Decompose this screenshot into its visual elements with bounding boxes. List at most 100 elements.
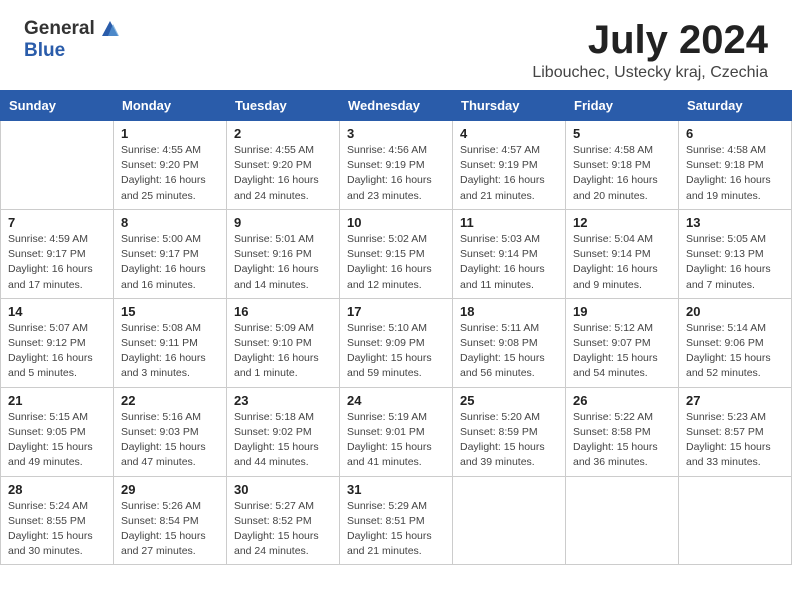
day-info: Sunrise: 5:01 AM Sunset: 9:16 PM Dayligh… xyxy=(234,232,332,293)
title-section: July 2024 Libouchec, Ustecky kraj, Czech… xyxy=(532,18,768,82)
day-number: 10 xyxy=(347,215,445,230)
calendar-week-row: 14 Sunrise: 5:07 AM Sunset: 9:12 PM Dayli… xyxy=(1,298,792,387)
day-number: 16 xyxy=(234,304,332,319)
day-number: 11 xyxy=(460,215,558,230)
day-info: Sunrise: 5:16 AM Sunset: 9:03 PM Dayligh… xyxy=(121,410,219,471)
calendar-day-cell: 19 Sunrise: 5:12 AM Sunset: 9:07 PM Dayli… xyxy=(566,298,679,387)
calendar-week-row: 21Sunrise: 5:15 AM Sunset: 9:05 PM Dayli… xyxy=(1,387,792,476)
day-info: Sunrise: 5:26 AM Sunset: 8:54 PM Dayligh… xyxy=(121,499,219,560)
day-info: Sunrise: 5:07 AM Sunset: 9:12 PM Dayligh… xyxy=(8,321,106,382)
calendar-day-cell: 22 Sunrise: 5:16 AM Sunset: 9:03 PM Dayli… xyxy=(114,387,227,476)
day-info: Sunrise: 5:03 AM Sunset: 9:14 PM Dayligh… xyxy=(460,232,558,293)
calendar-day-cell: 28 Sunrise: 5:24 AM Sunset: 8:55 PM Dayli… xyxy=(1,476,114,565)
calendar-day-cell: 26 Sunrise: 5:22 AM Sunset: 8:58 PM Dayli… xyxy=(566,387,679,476)
day-number: 15 xyxy=(121,304,219,319)
day-number: 1 xyxy=(121,126,219,141)
calendar-day-cell: 17Sunrise: 5:10 AM Sunset: 9:09 PM Dayli… xyxy=(340,298,453,387)
day-number: 6 xyxy=(686,126,784,141)
calendar-day-cell: 12 Sunrise: 5:04 AM Sunset: 9:14 PM Dayli… xyxy=(566,209,679,298)
calendar-day-cell: 7Sunrise: 4:59 AM Sunset: 9:17 PM Daylig… xyxy=(1,209,114,298)
calendar-day-header: Monday xyxy=(114,91,227,121)
day-number: 31 xyxy=(347,482,445,497)
calendar-day-cell: 24Sunrise: 5:19 AM Sunset: 9:01 PM Dayli… xyxy=(340,387,453,476)
calendar-day-cell: 16 Sunrise: 5:09 AM Sunset: 9:10 PM Dayli… xyxy=(227,298,340,387)
month-title: July 2024 xyxy=(532,18,768,62)
day-info: Sunrise: 5:18 AM Sunset: 9:02 PM Dayligh… xyxy=(234,410,332,471)
day-number: 8 xyxy=(121,215,219,230)
calendar-day-header: Thursday xyxy=(453,91,566,121)
calendar-empty-cell xyxy=(1,121,114,210)
day-info: Sunrise: 5:24 AM Sunset: 8:55 PM Dayligh… xyxy=(8,499,106,560)
calendar-day-header: Saturday xyxy=(679,91,792,121)
day-info: Sunrise: 4:55 AM Sunset: 9:20 PM Dayligh… xyxy=(121,143,219,204)
day-number: 25 xyxy=(460,393,558,408)
calendar-empty-cell xyxy=(453,476,566,565)
day-number: 14 xyxy=(8,304,106,319)
calendar-header-row: SundayMondayTuesdayWednesdayThursdayFrid… xyxy=(1,91,792,121)
calendar-day-cell: 23 Sunrise: 5:18 AM Sunset: 9:02 PM Dayli… xyxy=(227,387,340,476)
day-number: 19 xyxy=(573,304,671,319)
day-info: Sunrise: 5:02 AM Sunset: 9:15 PM Dayligh… xyxy=(347,232,445,293)
calendar-day-cell: 3 Sunrise: 4:56 AM Sunset: 9:19 PM Daylig… xyxy=(340,121,453,210)
day-info: Sunrise: 5:14 AM Sunset: 9:06 PM Dayligh… xyxy=(686,321,784,382)
day-number: 3 xyxy=(347,126,445,141)
day-number: 12 xyxy=(573,215,671,230)
calendar-day-cell: 4 Sunrise: 4:57 AM Sunset: 9:19 PM Daylig… xyxy=(453,121,566,210)
calendar-day-cell: 25Sunrise: 5:20 AM Sunset: 8:59 PM Dayli… xyxy=(453,387,566,476)
day-info: Sunrise: 4:56 AM Sunset: 9:19 PM Dayligh… xyxy=(347,143,445,204)
day-number: 18 xyxy=(460,304,558,319)
calendar-day-cell: 8Sunrise: 5:00 AM Sunset: 9:17 PM Daylig… xyxy=(114,209,227,298)
day-info: Sunrise: 4:57 AM Sunset: 9:19 PM Dayligh… xyxy=(460,143,558,204)
day-info: Sunrise: 5:23 AM Sunset: 8:57 PM Dayligh… xyxy=(686,410,784,471)
calendar-day-header: Friday xyxy=(566,91,679,121)
calendar-day-cell: 11 Sunrise: 5:03 AM Sunset: 9:14 PM Dayli… xyxy=(453,209,566,298)
calendar-table: SundayMondayTuesdayWednesdayThursdayFrid… xyxy=(0,90,792,565)
day-number: 22 xyxy=(121,393,219,408)
day-info: Sunrise: 4:58 AM Sunset: 9:18 PM Dayligh… xyxy=(686,143,784,204)
day-number: 30 xyxy=(234,482,332,497)
day-number: 20 xyxy=(686,304,784,319)
calendar-day-cell: 9 Sunrise: 5:01 AM Sunset: 9:16 PM Daylig… xyxy=(227,209,340,298)
calendar-day-header: Tuesday xyxy=(227,91,340,121)
calendar-day-cell: 5 Sunrise: 4:58 AM Sunset: 9:18 PM Daylig… xyxy=(566,121,679,210)
day-number: 5 xyxy=(573,126,671,141)
logo-general-text: General xyxy=(24,18,95,40)
calendar-empty-cell xyxy=(566,476,679,565)
logo-blue-text: Blue xyxy=(24,40,65,61)
calendar-day-cell: 20 Sunrise: 5:14 AM Sunset: 9:06 PM Dayli… xyxy=(679,298,792,387)
day-info: Sunrise: 5:09 AM Sunset: 9:10 PM Dayligh… xyxy=(234,321,332,382)
day-number: 27 xyxy=(686,393,784,408)
day-number: 17 xyxy=(347,304,445,319)
calendar-week-row: 1 Sunrise: 4:55 AM Sunset: 9:20 PM Daylig… xyxy=(1,121,792,210)
day-info: Sunrise: 5:08 AM Sunset: 9:11 PM Dayligh… xyxy=(121,321,219,382)
day-number: 9 xyxy=(234,215,332,230)
day-info: Sunrise: 5:11 AM Sunset: 9:08 PM Dayligh… xyxy=(460,321,558,382)
calendar-day-header: Sunday xyxy=(1,91,114,121)
calendar-day-cell: 2 Sunrise: 4:55 AM Sunset: 9:20 PM Daylig… xyxy=(227,121,340,210)
calendar-day-header: Wednesday xyxy=(340,91,453,121)
calendar-day-cell: 30Sunrise: 5:27 AM Sunset: 8:52 PM Dayli… xyxy=(227,476,340,565)
day-info: Sunrise: 4:55 AM Sunset: 9:20 PM Dayligh… xyxy=(234,143,332,204)
logo: General Blue xyxy=(24,18,121,62)
day-info: Sunrise: 5:04 AM Sunset: 9:14 PM Dayligh… xyxy=(573,232,671,293)
day-number: 28 xyxy=(8,482,106,497)
day-number: 2 xyxy=(234,126,332,141)
day-number: 24 xyxy=(347,393,445,408)
day-number: 23 xyxy=(234,393,332,408)
calendar-day-cell: 27 Sunrise: 5:23 AM Sunset: 8:57 PM Dayli… xyxy=(679,387,792,476)
day-number: 7 xyxy=(8,215,106,230)
calendar-week-row: 28 Sunrise: 5:24 AM Sunset: 8:55 PM Dayli… xyxy=(1,476,792,565)
day-info: Sunrise: 5:22 AM Sunset: 8:58 PM Dayligh… xyxy=(573,410,671,471)
day-info: Sunrise: 4:58 AM Sunset: 9:18 PM Dayligh… xyxy=(573,143,671,204)
calendar-empty-cell xyxy=(679,476,792,565)
day-number: 29 xyxy=(121,482,219,497)
day-info: Sunrise: 5:29 AM Sunset: 8:51 PM Dayligh… xyxy=(347,499,445,560)
day-info: Sunrise: 5:12 AM Sunset: 9:07 PM Dayligh… xyxy=(573,321,671,382)
day-number: 26 xyxy=(573,393,671,408)
calendar-day-cell: 13Sunrise: 5:05 AM Sunset: 9:13 PM Dayli… xyxy=(679,209,792,298)
calendar-day-cell: 6 Sunrise: 4:58 AM Sunset: 9:18 PM Daylig… xyxy=(679,121,792,210)
day-number: 4 xyxy=(460,126,558,141)
calendar-day-cell: 31 Sunrise: 5:29 AM Sunset: 8:51 PM Dayli… xyxy=(340,476,453,565)
day-number: 21 xyxy=(8,393,106,408)
calendar-day-cell: 1 Sunrise: 4:55 AM Sunset: 9:20 PM Daylig… xyxy=(114,121,227,210)
